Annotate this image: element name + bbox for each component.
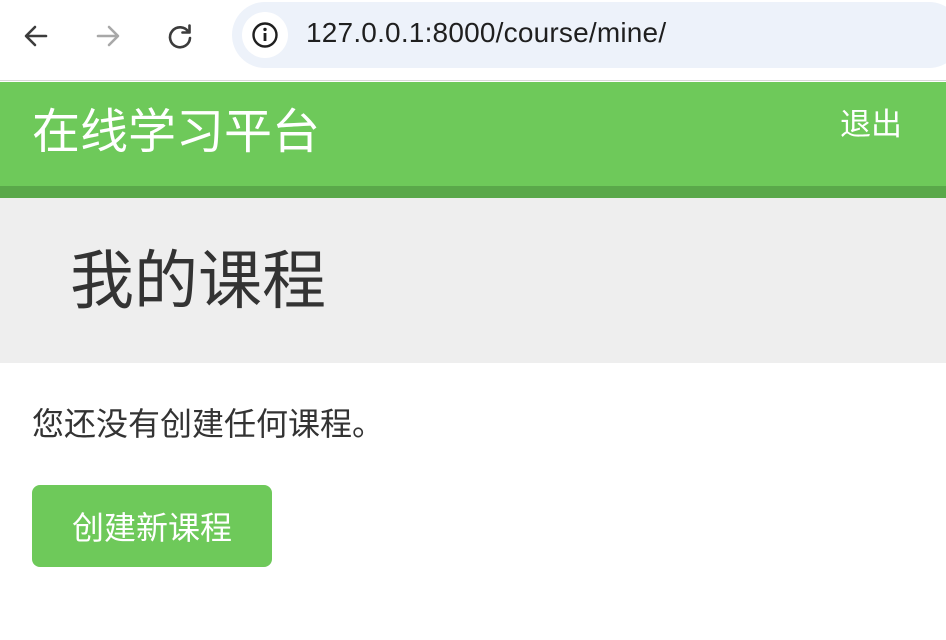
info-icon — [252, 22, 278, 48]
url-text[interactable]: 127.0.0.1:8000/course/mine/ — [306, 17, 666, 49]
create-course-button[interactable]: 创建新课程 — [32, 485, 272, 567]
site-header: 在线学习平台 退出 — [0, 82, 946, 186]
site-info-button[interactable] — [242, 12, 288, 58]
back-button[interactable] — [14, 14, 58, 58]
address-bar[interactable]: 127.0.0.1:8000/course/mine/ — [232, 2, 946, 68]
arrow-left-icon — [24, 25, 48, 47]
forward-button[interactable] — [86, 14, 130, 58]
page-title-band: 我的课程 — [0, 198, 946, 363]
logout-link[interactable]: 退出 — [840, 110, 902, 141]
site-logo[interactable]: 在线学习平台 — [32, 108, 320, 156]
header-divider — [0, 186, 946, 198]
reload-button[interactable] — [158, 14, 202, 58]
browser-toolbar: 127.0.0.1:8000/course/mine/ — [0, 0, 946, 81]
empty-state-message: 您还没有创建任何课程。 — [32, 405, 385, 443]
arrow-right-icon — [96, 25, 120, 47]
reload-icon — [168, 24, 192, 49]
page-title: 我的课程 — [70, 245, 326, 319]
